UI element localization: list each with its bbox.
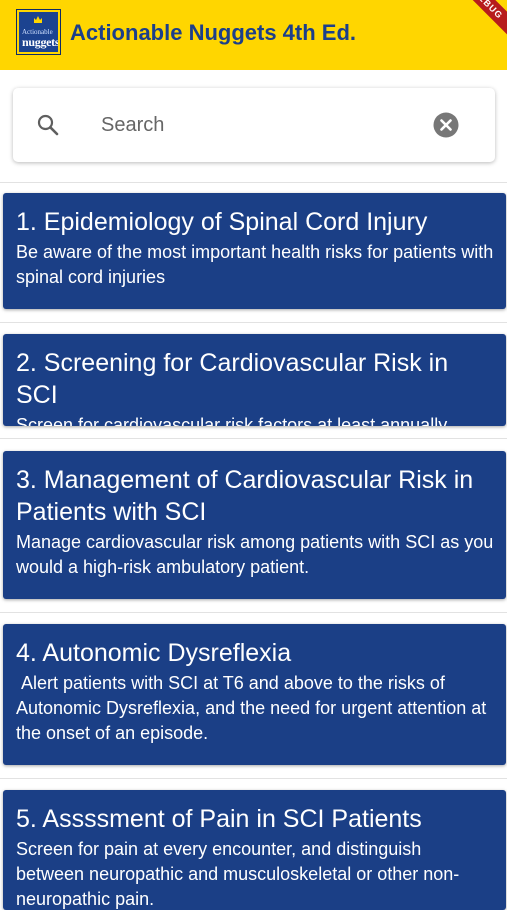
search-input[interactable] [101,110,401,140]
search-icon[interactable] [36,113,60,137]
clear-icon[interactable] [433,112,459,138]
search-bar [13,88,495,162]
nugget-title: 1. Epidemiology of Spinal Cord Injury [16,208,428,236]
nugget-description: Screen for pain at every encounter, and … [16,839,460,909]
nugget-card-2[interactable]: 2. Screening for Cardiovascular Risk in … [3,334,506,426]
nugget-title: 3. Management of Cardiovascular Risk in … [16,466,474,526]
crown-icon [34,16,42,23]
logo-line-2: nuggets [22,35,60,49]
nugget-card-3[interactable]: 3. Management of Cardiovascular Risk in … [3,451,506,599]
app-logo: Actionable nuggets [16,9,61,55]
app-title: Actionable Nuggets 4th Ed. [70,20,357,45]
nugget-description: Screen for cardiovascular risk factors a… [16,415,451,426]
debug-banner: DEBUG [449,0,507,43]
list-divider [0,182,507,183]
nugget-description: Manage cardiovascular risk among patient… [16,532,499,577]
list-divider [0,778,507,779]
nugget-card-1[interactable]: 1. Epidemiology of Spinal Cord Injury Be… [3,193,506,309]
app-bar: Actionable nuggets Actionable Nuggets 4t… [0,0,507,70]
nugget-description: Alert patients with SCI at T6 and above … [16,673,492,743]
nugget-description: Be aware of the most important health ri… [16,242,499,287]
nugget-card-5[interactable]: 5. Assssment of Pain in SCI Patients Scr… [3,790,506,910]
nugget-card-4[interactable]: 4. Autonomic Dysreflexia Alert patients … [3,624,506,765]
list-divider [0,612,507,613]
list-divider [0,322,507,323]
nugget-title: 4. Autonomic Dysreflexia [16,639,292,667]
nugget-title: 2. Screening for Cardiovascular Risk in … [16,349,449,409]
list-divider [0,438,507,439]
nugget-title: 5. Assssment of Pain in SCI Patients [16,805,422,833]
